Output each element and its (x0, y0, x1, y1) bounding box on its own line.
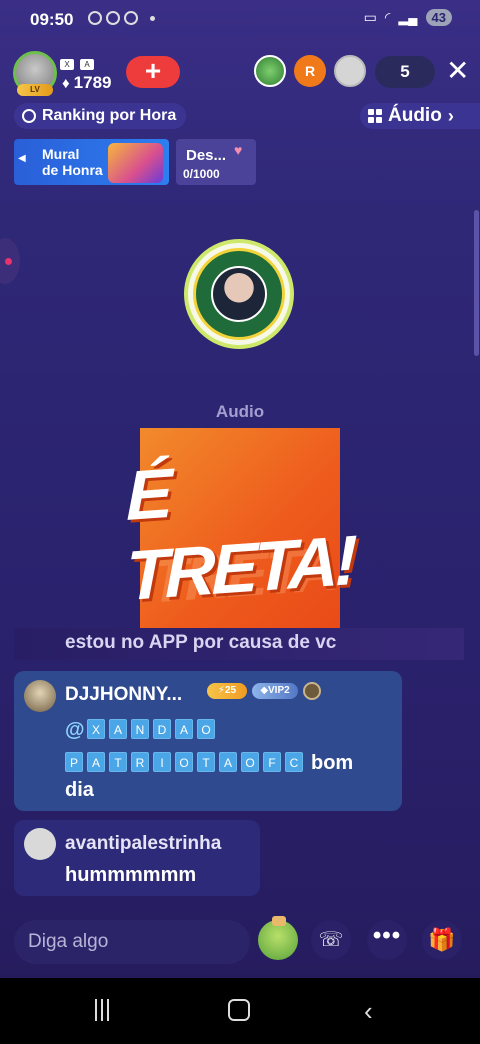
viewer-avatars[interactable]: R (254, 55, 366, 87)
media-title: É TRETA! (126, 453, 354, 615)
wifi-icon: ◜ (384, 9, 391, 25)
mention-letter: A (219, 752, 237, 772)
mention-letter: D (153, 719, 171, 739)
mention-letter: X (87, 719, 105, 739)
chat-text: hummmmmm (65, 864, 197, 886)
more-icon[interactable]: ••• (367, 920, 407, 960)
message-input-placeholder[interactable]: Diga algo (28, 931, 108, 953)
mural-line2: de Honra (42, 162, 103, 178)
mention-letter: C (285, 752, 303, 772)
ranking-label: Ranking por Hora (42, 107, 177, 124)
grid-icon (368, 109, 382, 123)
gift-icon[interactable]: 🎁 (422, 920, 462, 960)
mention-name-row[interactable]: P A T R I O T A O F C (65, 752, 303, 772)
goal-title: Des... (186, 147, 227, 164)
home-icon[interactable] (228, 999, 250, 1021)
back-icon[interactable]: ‹ (364, 996, 373, 1027)
clock-icon (22, 109, 36, 123)
live-dot-icon (5, 258, 12, 265)
mention-letter: I (153, 752, 171, 772)
audio-menu-label: Áudio (388, 105, 442, 126)
chat-avatar[interactable] (24, 828, 56, 860)
mural-illustration (108, 143, 163, 183)
scrollbar[interactable] (474, 210, 479, 356)
viewer-avatar[interactable]: R (294, 55, 326, 87)
status-right: ▭ ◜ ▂▄ 43 (364, 9, 452, 26)
viewer-avatar[interactable] (334, 55, 366, 87)
cast-icon: ▭ (363, 9, 377, 25)
mention-letter: P (65, 752, 83, 772)
chat-text: dia (65, 779, 94, 801)
host-tag: X (60, 59, 74, 70)
flame-icon: ♦ (62, 74, 70, 92)
viewer-count[interactable]: 5 (375, 56, 435, 88)
notification-icon (88, 11, 102, 25)
mention-letter: A (87, 752, 105, 772)
mention-letter: O (241, 752, 259, 772)
close-icon[interactable]: ✕ (446, 57, 469, 85)
signal-icon: ▂▄ (398, 9, 418, 25)
ranking-button[interactable]: Ranking por Hora (14, 103, 187, 129)
mention-letter: A (175, 719, 193, 739)
mention-letter: T (197, 752, 215, 772)
mural-line1: Mural (42, 146, 80, 162)
host-score: ♦ 1789 (62, 73, 111, 93)
viewer-avatar[interactable] (254, 55, 286, 87)
mention-at: @ (65, 719, 85, 741)
medal-icon (303, 682, 321, 700)
recents-icon[interactable] (95, 999, 115, 1021)
call-icon[interactable]: ☏ (311, 920, 351, 960)
whatsapp-icon (106, 11, 120, 25)
chat-username[interactable]: avantipalestrinha (65, 833, 221, 855)
goal-count: 0/1000 (183, 167, 220, 181)
mention-letter: O (175, 752, 193, 772)
speaker-avatar (211, 266, 267, 322)
host-score-value: 1789 (73, 73, 112, 92)
host-level-badge: LV (17, 84, 53, 96)
drink-gift-icon[interactable] (258, 916, 298, 960)
audio-menu-button[interactable]: Áudio › (360, 103, 480, 129)
chat-avatar[interactable] (24, 680, 56, 712)
chevron-left-icon[interactable]: ◀ (18, 153, 26, 164)
level-badge: ⚡25 (207, 683, 247, 699)
vip-badge: ◆VIP2 (252, 683, 298, 699)
chevron-right-icon: › (447, 105, 454, 126)
mention-letter: A (109, 719, 127, 739)
seat-label: Audio (215, 402, 265, 421)
battery-indicator: 43 (425, 9, 452, 26)
host-tag: A (80, 59, 94, 70)
cloud-icon (124, 11, 138, 25)
follow-button[interactable]: + (126, 56, 180, 88)
mention-letter: O (197, 719, 215, 739)
mention-letter: N (131, 719, 149, 739)
media-caption: estou no APP por causa de vc (65, 632, 337, 653)
mural-title: Mural de Honra (42, 146, 103, 178)
heart-icon: ♥ (234, 142, 243, 158)
mention-name-row[interactable]: X A N D A O (87, 719, 215, 739)
notification-icons (88, 11, 155, 25)
mention-letter: T (109, 752, 127, 772)
dot-icon (150, 15, 155, 21)
chat-text: bom (311, 752, 354, 774)
mention-letter: F (263, 752, 281, 772)
mention-letter: R (131, 752, 149, 772)
host-tags: X A (60, 59, 94, 70)
status-time: 09:50 (30, 10, 74, 29)
chat-username[interactable]: DJJHONNY... (65, 684, 182, 706)
